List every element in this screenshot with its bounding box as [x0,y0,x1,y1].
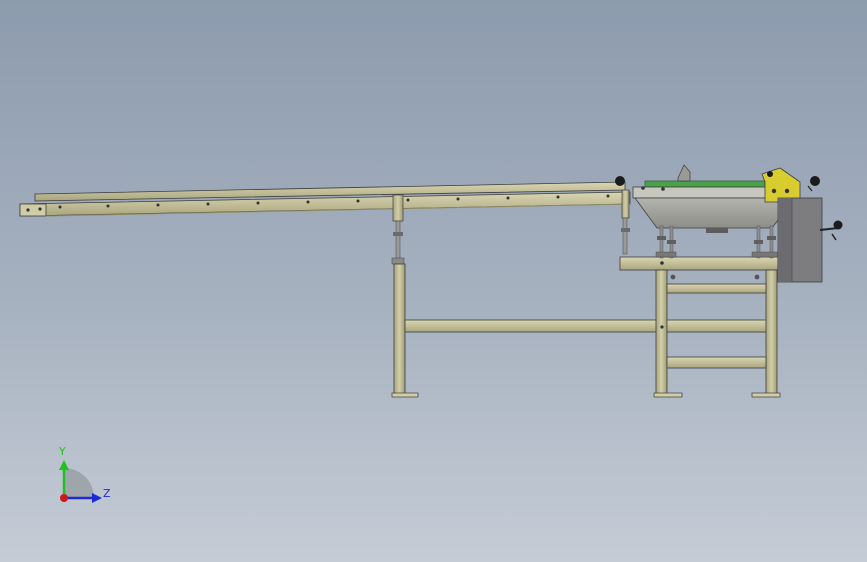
support-threaded-rod [395,220,401,260]
support-bracket [392,194,404,222]
conveyor-end-cap [19,203,47,217]
top-knob [810,176,820,186]
end-cap-bolt [26,208,30,212]
cad-model-viewport[interactable]: Y Z [0,0,867,562]
z-axis-arrow-icon [92,493,102,503]
feed-chute [677,164,691,182]
stand-foot-right [751,392,781,398]
stand-leg-right [765,269,778,396]
support-foot [391,392,419,398]
stand-top-beam [619,256,779,271]
y-axis-label: Y [58,445,66,458]
stand-upper-rail [666,283,767,294]
green-belt [644,180,766,188]
end-cap-bolt [38,207,42,211]
conveyor-support-left[interactable] [391,194,419,398]
y-axis-arrow-icon [59,460,69,470]
support-leg-post [393,263,406,396]
conveyor-support-right [621,189,630,255]
lower-cross-brace [404,319,768,333]
inclined-conveyor[interactable] [19,176,631,217]
axis-triad[interactable]: Y Z [58,445,111,503]
adjust-knob [615,176,625,186]
hand-wheel-icon[interactable] [833,220,843,230]
stand-lower-rail [666,356,767,369]
gear-motor[interactable] [777,197,843,283]
hopper-body [634,197,796,229]
triad-plane-icon [64,468,94,498]
stand-foot-left [653,392,683,398]
z-axis-label: Z [103,487,111,500]
stand-leg-left [655,269,668,396]
origin-point-icon [60,494,68,502]
